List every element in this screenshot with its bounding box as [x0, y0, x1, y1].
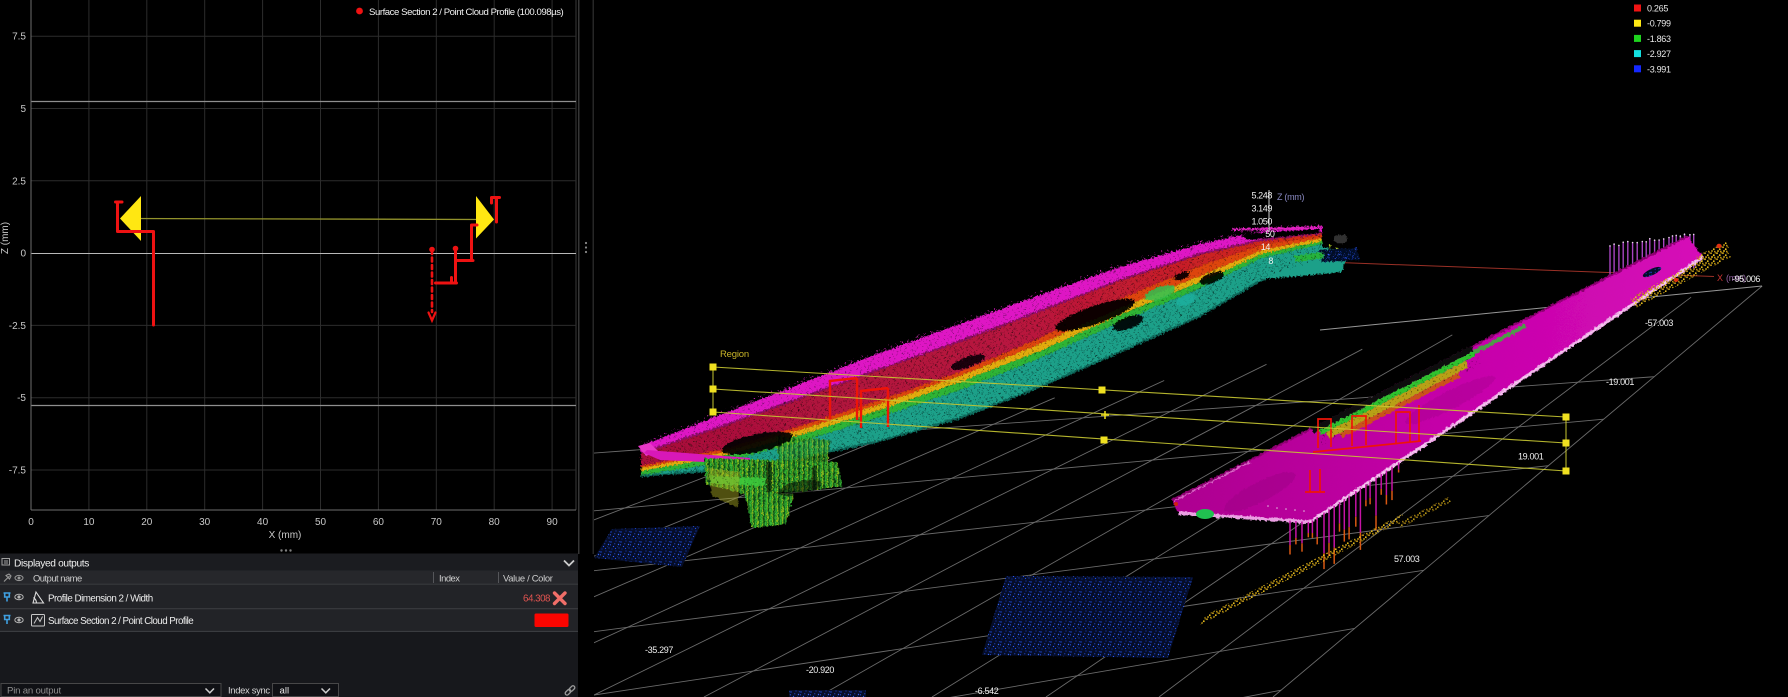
svg-text:40: 40	[257, 517, 269, 528]
svg-text:2.5: 2.5	[12, 176, 26, 187]
svg-text:19.001: 19.001	[1518, 452, 1544, 462]
svg-text:70: 70	[431, 517, 443, 528]
svg-text:Z (mm): Z (mm)	[1277, 192, 1304, 202]
svg-text:Index: Index	[439, 573, 460, 584]
svg-text:Surface Section 2 / Point Clou: Surface Section 2 / Point Cloud Profile …	[369, 7, 564, 18]
svg-text:57.003: 57.003	[1394, 554, 1420, 564]
svg-text:all: all	[280, 686, 290, 697]
svg-text:-5: -5	[17, 393, 26, 404]
svg-text:-2.927: -2.927	[1647, 49, 1671, 59]
svg-text:0: 0	[28, 517, 34, 528]
svg-text:X (mm): X (mm)	[269, 530, 302, 541]
svg-text:5.248: 5.248	[1251, 191, 1272, 201]
svg-text:Profile Dimension 2 / Width: Profile Dimension 2 / Width	[48, 594, 153, 605]
svg-text:-6.542: -6.542	[975, 686, 999, 696]
svg-text:50: 50	[315, 517, 327, 528]
svg-text:50: 50	[1265, 229, 1275, 239]
svg-text:10: 10	[83, 517, 95, 528]
svg-text:5: 5	[20, 104, 26, 115]
svg-text:7.5: 7.5	[12, 32, 26, 43]
svg-text:-57.003: -57.003	[1645, 318, 1673, 328]
svg-text:Region: Region	[720, 349, 749, 360]
svg-text:Displayed outputs: Displayed outputs	[14, 559, 89, 570]
svg-text:-35.297: -35.297	[645, 645, 673, 655]
svg-text:X: X	[1717, 273, 1723, 283]
svg-text:-19.001: -19.001	[1606, 377, 1634, 387]
svg-text:60: 60	[373, 517, 385, 528]
svg-text:0.265: 0.265	[1647, 4, 1668, 14]
svg-text:Index sync: Index sync	[228, 685, 270, 696]
svg-text:30: 30	[199, 517, 211, 528]
svg-text:80: 80	[489, 517, 501, 528]
svg-text:Value / Color: Value / Color	[503, 573, 553, 584]
svg-text:8: 8	[1268, 256, 1273, 266]
svg-text:-1.863: -1.863	[1647, 34, 1671, 44]
svg-text:Pin an output: Pin an output	[7, 686, 61, 697]
svg-text:-95.006: -95.006	[1732, 274, 1760, 284]
svg-text:0: 0	[20, 249, 26, 260]
svg-text:64.308: 64.308	[523, 594, 551, 605]
svg-text:90: 90	[547, 517, 559, 528]
svg-text:Surface Section 2 / Point Clou: Surface Section 2 / Point Cloud Profile	[48, 616, 194, 627]
svg-text:-20.920: -20.920	[806, 665, 834, 675]
svg-text:-3.991: -3.991	[1647, 64, 1671, 74]
svg-text:14: 14	[1261, 242, 1271, 252]
svg-text:Z (mm): Z (mm)	[0, 222, 11, 254]
svg-text:3.149: 3.149	[1251, 204, 1272, 214]
svg-text:-2.5: -2.5	[9, 321, 27, 332]
svg-text:-0.799: -0.799	[1647, 19, 1671, 29]
svg-text:-7.5: -7.5	[9, 466, 27, 477]
svg-text:1.050: 1.050	[1251, 217, 1272, 227]
svg-text:20: 20	[141, 517, 153, 528]
svg-text:Output name: Output name	[33, 573, 82, 584]
